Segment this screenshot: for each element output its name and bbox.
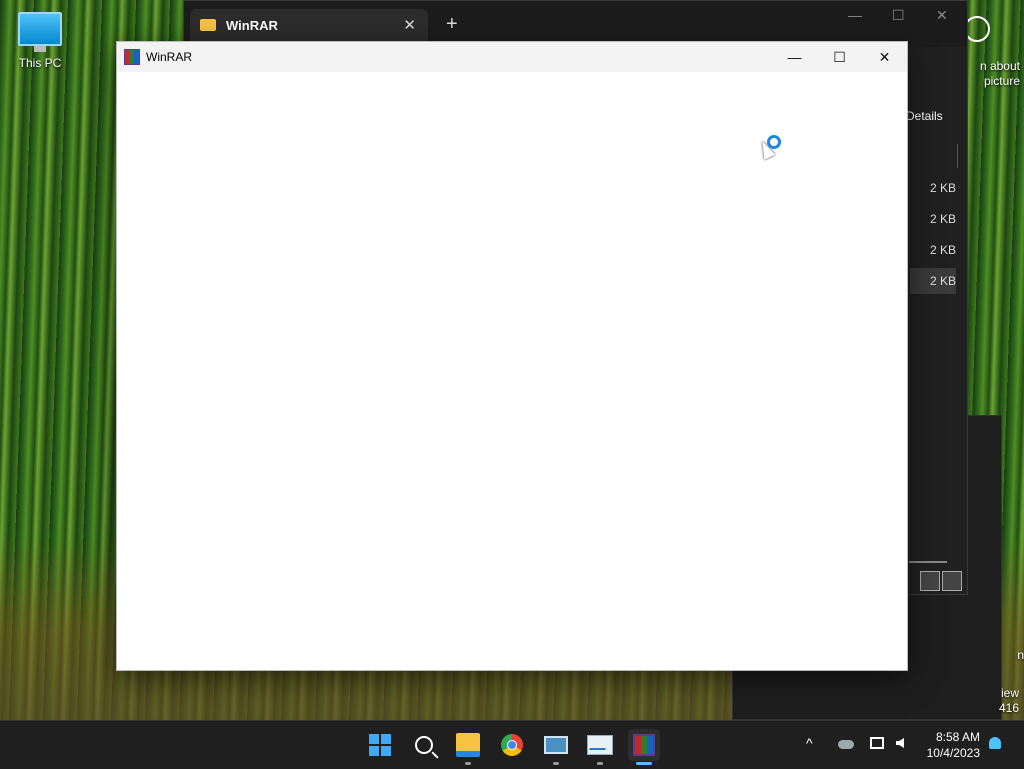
taskbar-winrar[interactable] bbox=[628, 729, 660, 765]
network-icon[interactable] bbox=[870, 737, 884, 749]
volume-muted-icon[interactable] bbox=[896, 738, 904, 748]
windows-logo-icon bbox=[369, 734, 391, 756]
taskbar: ^ 8:58 AM 10/4/2023 bbox=[0, 720, 1024, 769]
onedrive-icon[interactable] bbox=[838, 740, 854, 749]
remote-desktop-icon bbox=[544, 736, 568, 754]
winrar-close-button[interactable]: ✕ bbox=[862, 42, 907, 72]
learn-about-label-line2: picture bbox=[983, 74, 1020, 88]
taskbar-remote-desktop[interactable] bbox=[540, 729, 572, 765]
winrar-app-icon bbox=[124, 49, 140, 65]
file-size-cell: 2 KB bbox=[929, 243, 956, 257]
explorer-maximize-button[interactable]: ☐ bbox=[892, 7, 905, 24]
winrar-minimize-button[interactable]: — bbox=[772, 42, 817, 72]
background-text-1: n bbox=[1017, 648, 1024, 662]
learn-about-picture-desktop-icon[interactable]: n about picture bbox=[960, 14, 1024, 90]
clock-date: 10/4/2023 bbox=[926, 746, 980, 760]
explorer-tab-winrar[interactable]: WinRAR ✕ bbox=[190, 9, 428, 41]
performance-icon bbox=[587, 735, 613, 755]
winrar-icon bbox=[633, 734, 655, 756]
file-size-cell: 2 KB bbox=[929, 212, 956, 226]
tab-close-icon[interactable]: ✕ bbox=[403, 16, 416, 34]
winrar-window: WinRAR — ☐ ✕ bbox=[116, 41, 908, 671]
background-text-3: 416 bbox=[998, 701, 1019, 715]
winrar-content-area bbox=[117, 72, 907, 670]
winrar-title-bar[interactable]: WinRAR — ☐ ✕ bbox=[117, 42, 907, 72]
clock-time: 8:58 AM bbox=[935, 730, 980, 744]
taskbar-clock[interactable]: 8:58 AM 10/4/2023 bbox=[918, 729, 980, 761]
file-size-cell: 2 KB bbox=[929, 181, 956, 195]
taskbar-chrome[interactable] bbox=[496, 729, 528, 761]
busy-spinner-icon bbox=[767, 135, 781, 149]
winrar-maximize-button[interactable]: ☐ bbox=[817, 42, 862, 72]
winrar-window-title: WinRAR bbox=[146, 50, 193, 64]
taskbar-performance-monitor[interactable] bbox=[584, 729, 616, 765]
background-text-2: iew bbox=[1000, 686, 1019, 700]
explorer-minimize-button[interactable]: — bbox=[848, 7, 862, 23]
this-pc-label: This PC bbox=[18, 56, 62, 70]
search-icon bbox=[415, 736, 433, 754]
explorer-tab-title: WinRAR bbox=[226, 17, 278, 33]
horizontal-scrollbar[interactable] bbox=[909, 561, 947, 563]
this-pc-desktop-icon[interactable]: This PC bbox=[12, 12, 68, 70]
explorer-close-button[interactable]: ✕ bbox=[936, 7, 948, 24]
file-size-cell-selected[interactable]: 2 KB bbox=[910, 268, 956, 294]
details-button[interactable]: Details bbox=[906, 109, 943, 123]
large-icons-view-icon[interactable] bbox=[942, 571, 962, 591]
folder-icon bbox=[200, 19, 216, 31]
folder-icon bbox=[456, 733, 480, 757]
show-hidden-icons-chevron[interactable]: ^ bbox=[806, 735, 813, 751]
notification-bell-icon[interactable] bbox=[989, 737, 1001, 749]
start-button[interactable] bbox=[364, 729, 396, 761]
new-tab-button[interactable]: + bbox=[446, 13, 458, 36]
learn-about-label-line1: n about bbox=[979, 59, 1020, 73]
column-separator bbox=[957, 144, 958, 168]
chrome-icon bbox=[501, 734, 523, 756]
details-view-icon[interactable] bbox=[920, 571, 940, 591]
taskbar-file-explorer[interactable] bbox=[452, 729, 484, 765]
search-button[interactable] bbox=[408, 729, 440, 761]
monitor-icon bbox=[18, 12, 62, 52]
